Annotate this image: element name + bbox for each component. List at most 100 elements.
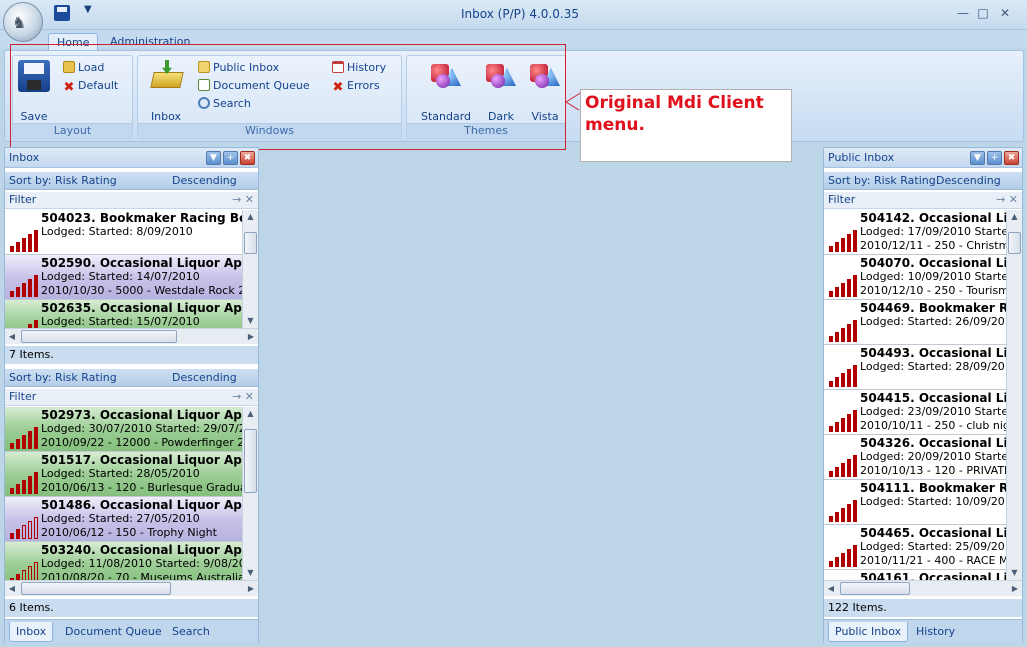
item-details: 2010/06/13 - 120 - Burlesque Graduation bbox=[41, 481, 242, 494]
sort-direction[interactable]: Descending bbox=[936, 172, 1001, 189]
tab-public-inbox[interactable]: Public Inbox bbox=[828, 622, 909, 642]
risk-bar bbox=[835, 242, 839, 252]
sort-direction[interactable]: Descending bbox=[172, 369, 237, 386]
scroll-thumb[interactable] bbox=[244, 429, 257, 493]
list-item[interactable]: 504493. Occasional Lic Lodged: Started: 2… bbox=[824, 345, 1006, 390]
item-details: 2010/08/20 - 70 - Museums Australia Cou bbox=[41, 571, 242, 580]
item-title: 502590. Occasional Liquor Applic bbox=[41, 256, 242, 270]
item-dates: Lodged: 30/07/2010 Started: 29/07/201 bbox=[41, 422, 242, 435]
scroll-thumb[interactable] bbox=[840, 582, 910, 595]
item-text: 504142. Occasional Liq Lodged: 17/09/2010… bbox=[860, 211, 1006, 253]
inbox-panel-tabs: Inbox Document Queue Search bbox=[5, 619, 258, 643]
list-item[interactable]: 504111. Bookmaker Ra Lodged: Started: 10/… bbox=[824, 480, 1006, 525]
list-item[interactable]: 504465. Occasional Liq Lodged: Started: 2… bbox=[824, 525, 1006, 570]
list-item[interactable]: 504326. Occasional Liq Lodged: 20/09/2010… bbox=[824, 435, 1006, 480]
scroll-left-icon[interactable]: ◀ bbox=[5, 329, 19, 344]
item-details: 2010/09/22 - 12000 - Powderfinger 2010 bbox=[41, 436, 242, 449]
item-dates: Lodged: Started: 25/09/201 bbox=[860, 540, 1006, 553]
sort-label: Sort by: Risk Rating bbox=[828, 174, 936, 187]
list-item[interactable]: 502973. Occasional Liquor ApplicLodged: … bbox=[5, 407, 242, 452]
sort-bar[interactable]: Sort by: Risk Rating Descending bbox=[5, 172, 258, 190]
item-text: 504023. Bookmaker Racing Bets Lodged: Sta… bbox=[41, 211, 242, 239]
scroll-thumb[interactable] bbox=[21, 330, 177, 343]
panel-pin-button[interactable]: + bbox=[987, 151, 1002, 165]
scroll-thumb[interactable] bbox=[244, 232, 257, 254]
risk-bar bbox=[22, 238, 26, 252]
sort-bar[interactable]: Sort by: Risk Rating Descending bbox=[824, 172, 1022, 190]
filter-bar[interactable]: Filter → ✕ bbox=[5, 192, 258, 209]
sort-direction[interactable]: Descending bbox=[172, 172, 237, 189]
item-title: 504111. Bookmaker Ra bbox=[860, 481, 1006, 495]
risk-bar bbox=[34, 427, 38, 449]
list-item[interactable]: 502590. Occasional Liquor ApplicLodged: … bbox=[5, 255, 242, 300]
tab-history[interactable]: History bbox=[910, 622, 961, 642]
scroll-thumb[interactable] bbox=[1008, 232, 1021, 254]
horizontal-scrollbar[interactable]: ◀ ▶ bbox=[824, 580, 1022, 596]
list-item[interactable]: 501486. Occasional Liquor ApplicLodged: … bbox=[5, 497, 242, 542]
panel-close-button[interactable]: ✖ bbox=[240, 151, 255, 165]
filter-controls-icon[interactable]: → ✕ bbox=[232, 389, 254, 405]
list-item[interactable]: 504070. Occasional Liq Lodged: 10/09/2010… bbox=[824, 255, 1006, 300]
risk-rating-icon bbox=[829, 455, 861, 477]
scroll-up-icon[interactable]: ▲ bbox=[243, 407, 258, 421]
list-item[interactable]: 504415. Occasional Liq Lodged: 23/09/2010… bbox=[824, 390, 1006, 435]
panel-pin-button[interactable]: + bbox=[223, 151, 238, 165]
list-item[interactable]: 503240. Occasional Liquor ApplicLodged: … bbox=[5, 542, 242, 580]
close-button[interactable]: ✕ bbox=[997, 6, 1013, 20]
scroll-up-icon[interactable]: ▲ bbox=[243, 210, 258, 224]
scroll-left-icon[interactable]: ◀ bbox=[5, 581, 19, 596]
item-title: 501517. Occasional Liquor Applic bbox=[41, 453, 242, 467]
risk-bar bbox=[841, 553, 845, 567]
inbox-panel: Inbox ▼ + ✖ Sort by: Risk Rating Descending… bbox=[4, 147, 259, 643]
item-title: 504493. Occasional Lic bbox=[860, 346, 1006, 360]
tab-search[interactable]: Search bbox=[166, 622, 216, 642]
panel-dropdown-button[interactable]: ▼ bbox=[206, 151, 221, 165]
sort-bar[interactable]: Sort by: Risk Rating Descending bbox=[5, 369, 258, 387]
list-item[interactable]: 504469. Bookmaker Ra Lodged: Started: 26/… bbox=[824, 300, 1006, 345]
application-menu-button[interactable]: ♞ bbox=[3, 2, 43, 42]
maximize-button[interactable]: □ bbox=[975, 6, 991, 20]
filter-controls-icon[interactable]: → ✕ bbox=[232, 192, 254, 208]
scroll-thumb[interactable] bbox=[21, 582, 171, 595]
risk-rating-icon bbox=[10, 275, 42, 297]
risk-bar bbox=[835, 467, 839, 477]
scroll-down-icon[interactable]: ▼ bbox=[243, 314, 258, 328]
scroll-left-icon[interactable]: ◀ bbox=[824, 581, 838, 596]
item-title: 504326. Occasional Liq bbox=[860, 436, 1006, 450]
list-item[interactable]: 504142. Occasional Liq Lodged: 17/09/2010… bbox=[824, 210, 1006, 255]
public-inbox-panel-header: Public Inbox ▼ + ✖ bbox=[824, 148, 1022, 168]
scroll-right-icon[interactable]: ▶ bbox=[1008, 581, 1022, 596]
risk-bar bbox=[28, 234, 32, 252]
list-item[interactable]: 501517. Occasional Liquor ApplicLodged: … bbox=[5, 452, 242, 497]
scroll-right-icon[interactable]: ▶ bbox=[244, 581, 258, 596]
list-item[interactable]: 502635. Occasional Liquor ApplicLodged: … bbox=[5, 300, 242, 328]
list-item[interactable]: 504161. Occasional Liq bbox=[824, 570, 1006, 580]
vertical-scrollbar[interactable]: ▲ ▼ bbox=[1006, 210, 1022, 580]
risk-bar bbox=[10, 533, 14, 539]
risk-bar bbox=[16, 529, 20, 539]
item-details: 2010/12/10 - 250 - Tourism In bbox=[860, 284, 1006, 297]
risk-bar bbox=[835, 377, 839, 387]
vertical-scrollbar[interactable]: ▲ ▼ bbox=[242, 210, 258, 328]
scroll-down-icon[interactable]: ▼ bbox=[1007, 566, 1022, 580]
scroll-right-icon[interactable]: ▶ bbox=[244, 329, 258, 344]
tab-inbox[interactable]: Inbox bbox=[9, 622, 54, 642]
panel-dropdown-button[interactable]: ▼ bbox=[970, 151, 985, 165]
scroll-down-icon[interactable]: ▼ bbox=[243, 566, 258, 580]
panel-close-button[interactable]: ✖ bbox=[1004, 151, 1019, 165]
minimize-button[interactable]: — bbox=[955, 6, 971, 20]
list-item[interactable]: 504023. Bookmaker Racing Bets Lodged: Sta… bbox=[5, 210, 242, 255]
filter-bar[interactable]: Filter → ✕ bbox=[5, 389, 258, 406]
risk-bar bbox=[841, 463, 845, 477]
filter-controls-icon[interactable]: → ✕ bbox=[996, 192, 1018, 208]
scroll-up-icon[interactable]: ▲ bbox=[1007, 210, 1022, 224]
tab-document-queue[interactable]: Document Queue bbox=[59, 622, 168, 642]
vertical-scrollbar[interactable]: ▲ ▼ bbox=[242, 407, 258, 580]
filter-bar[interactable]: Filter → ✕ bbox=[824, 192, 1022, 209]
horizontal-scrollbar[interactable]: ◀ ▶ bbox=[5, 580, 258, 596]
item-text: 501517. Occasional Liquor ApplicLodged: … bbox=[41, 453, 242, 495]
callout-frame bbox=[10, 44, 566, 150]
risk-bar bbox=[10, 443, 14, 449]
horizontal-scrollbar[interactable]: ◀ ▶ bbox=[5, 328, 258, 344]
item-text: 504493. Occasional Lic Lodged: Started: 2… bbox=[860, 346, 1006, 374]
